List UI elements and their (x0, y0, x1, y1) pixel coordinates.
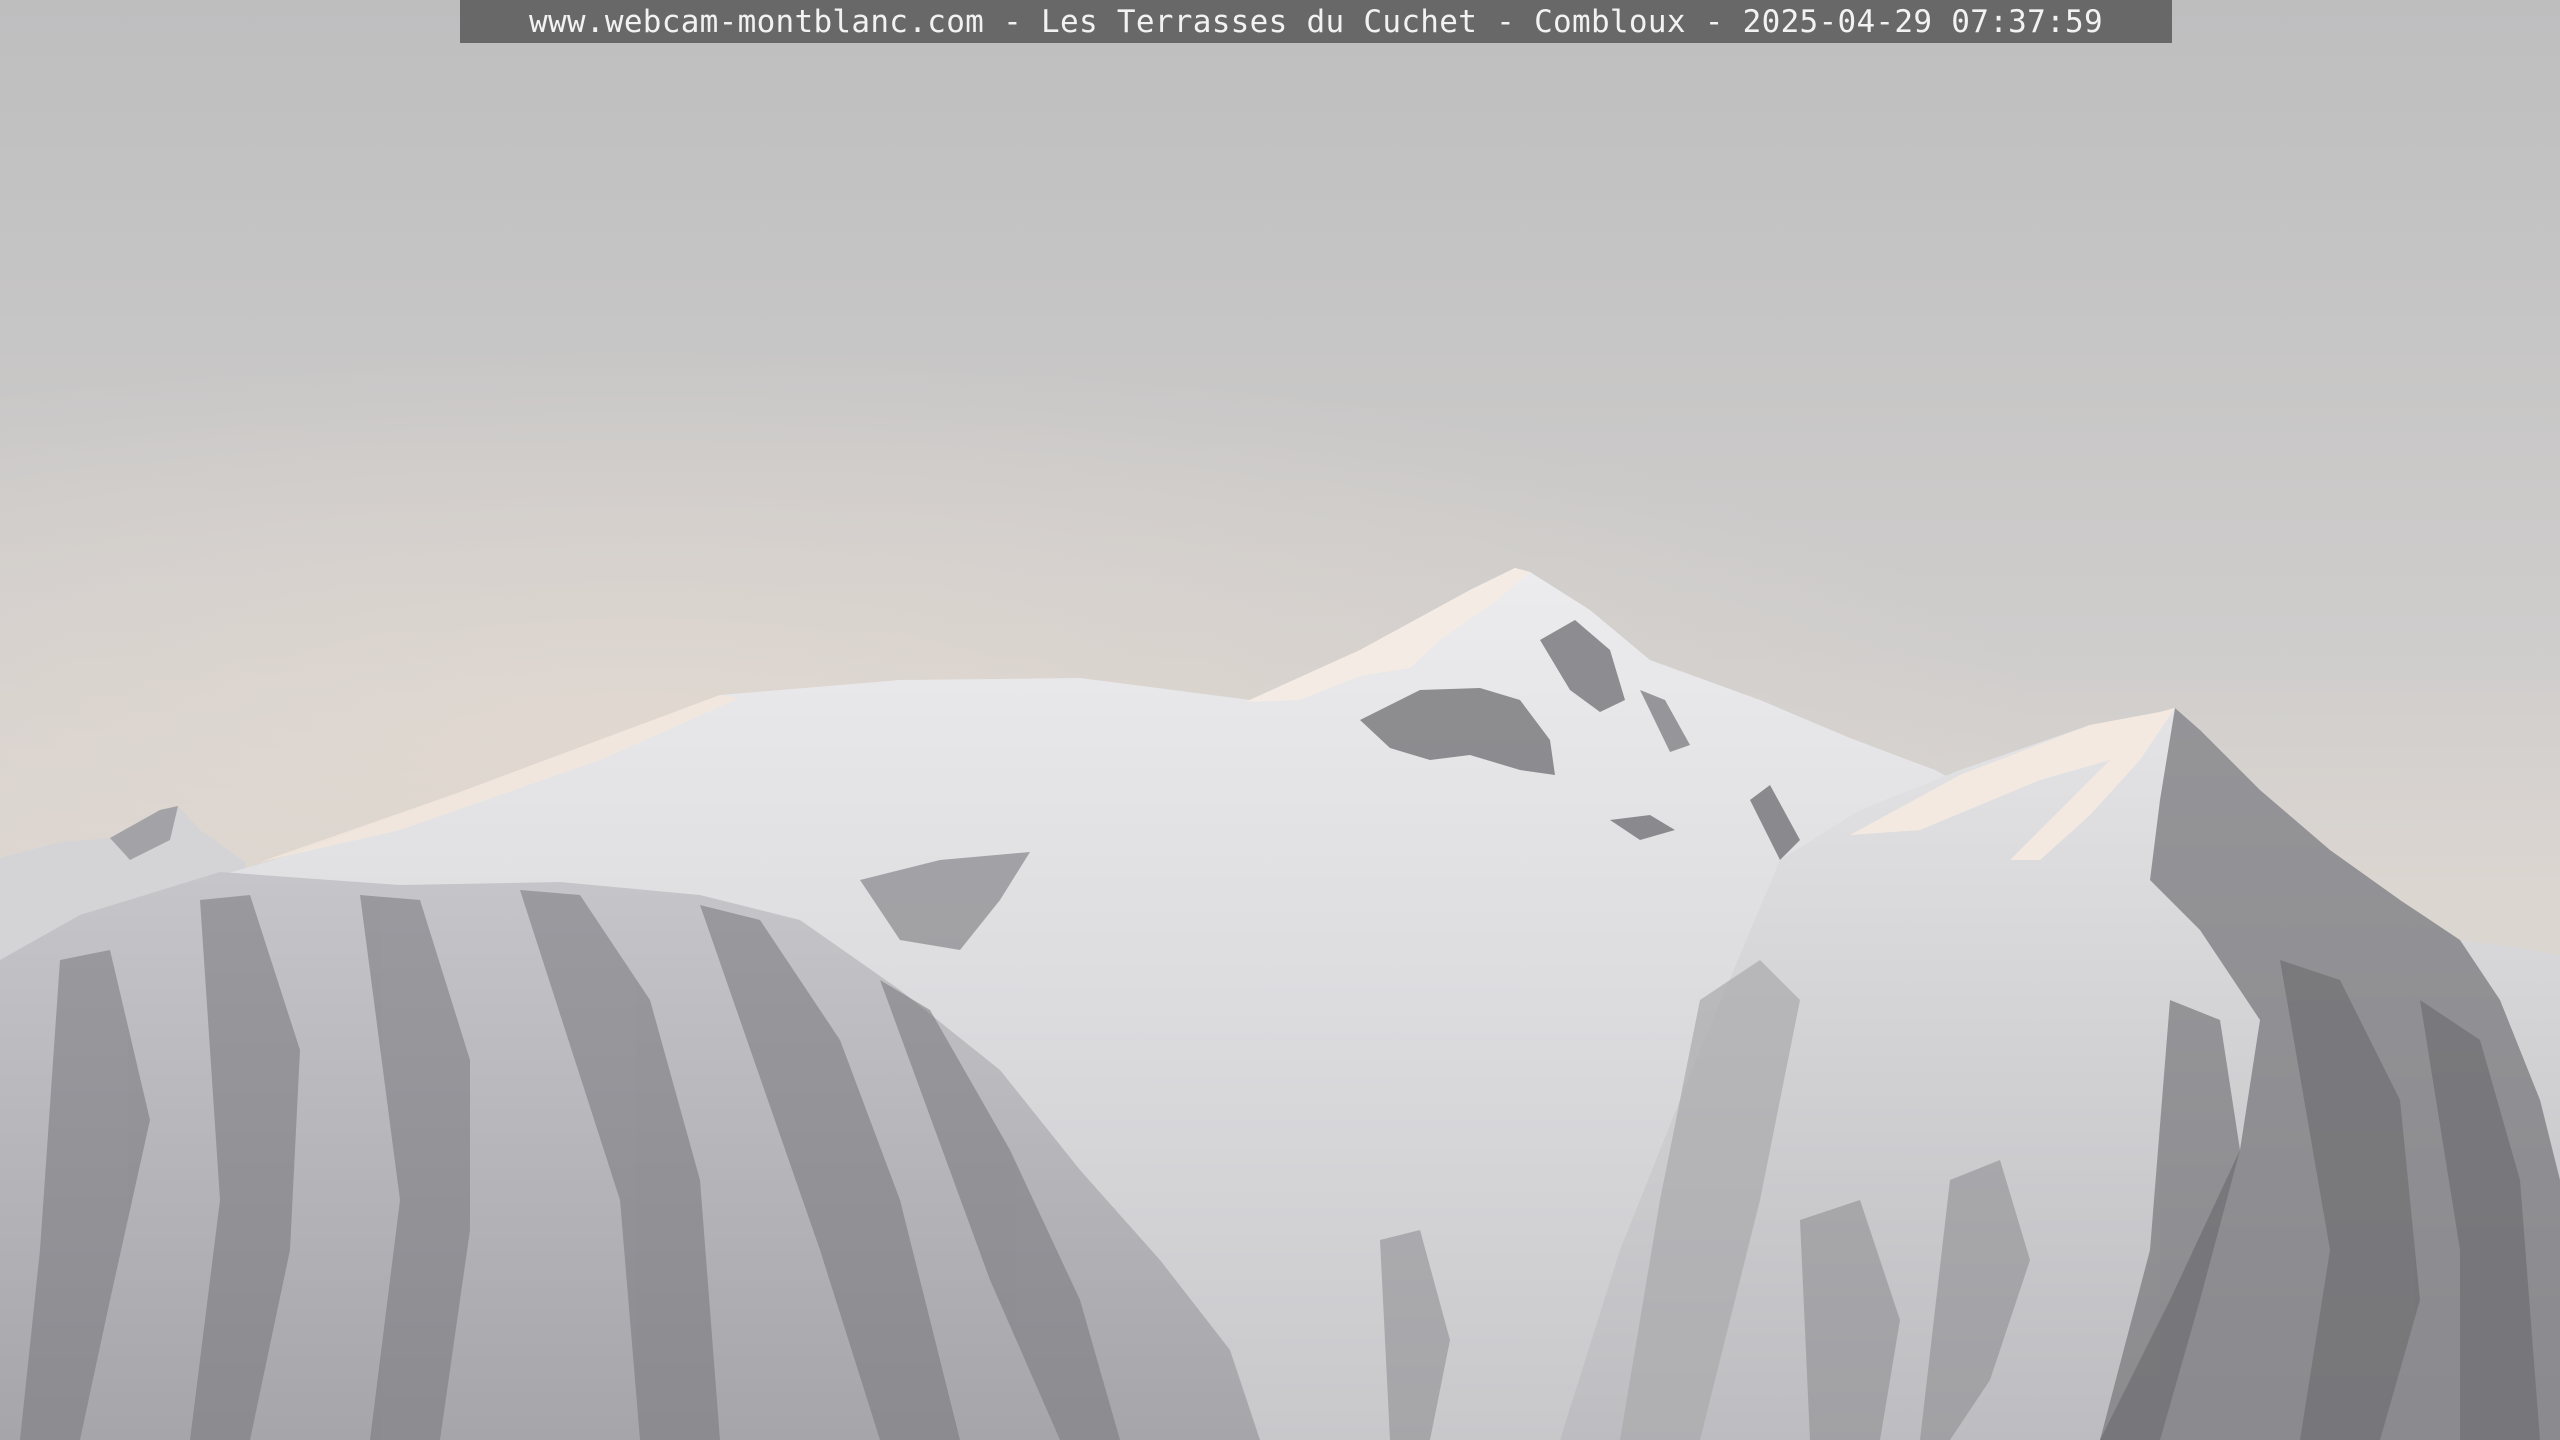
webcam-image (0, 0, 2560, 1440)
mountain-landscape-icon (0, 0, 2560, 1440)
webcam-caption: www.webcam-montblanc.com - Les Terrasses… (529, 3, 2103, 40)
timestamp-caption-bar: www.webcam-montblanc.com - Les Terrasses… (460, 0, 2172, 43)
